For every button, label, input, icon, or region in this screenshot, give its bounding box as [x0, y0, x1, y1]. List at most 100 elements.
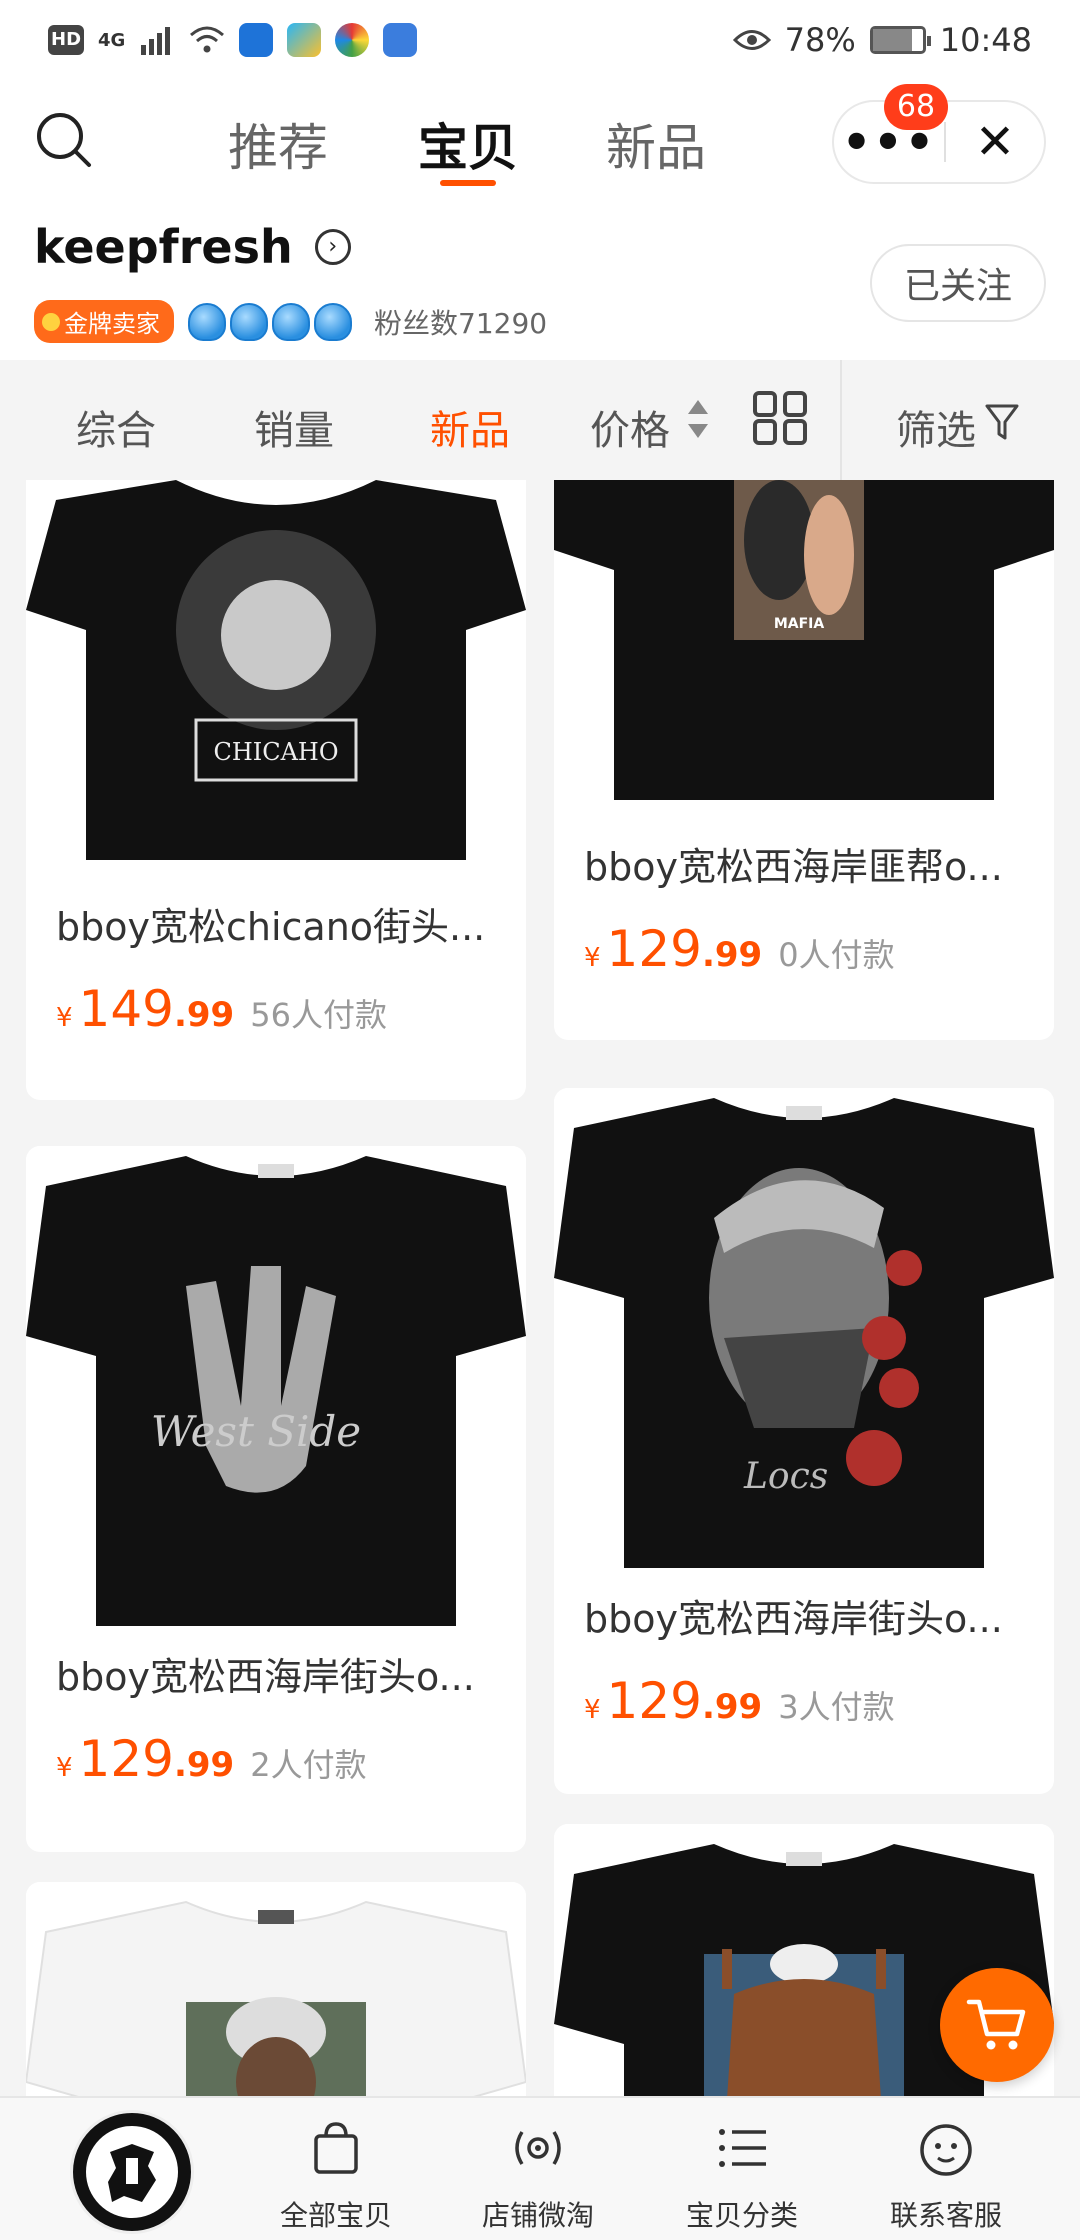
- price-row: ¥ 129 .99 0人付款: [584, 920, 895, 978]
- product-grid: CHICAHO bboy宽松chicano街头... ¥ 149 .99 56人…: [0, 480, 1080, 2096]
- product-image: MAFIA: [554, 480, 1054, 800]
- price-row: ¥ 149 .99 56人付款: [56, 980, 387, 1038]
- product-title: bboy宽松chicano街头...: [56, 905, 486, 949]
- nav-label: 宝贝分类: [685, 2199, 798, 2232]
- cart-button[interactable]: [940, 1968, 1054, 2082]
- active-tab-indicator: [440, 180, 496, 186]
- grid-view-icon[interactable]: [752, 390, 808, 446]
- nav-shop-feed[interactable]: 店铺微淘: [448, 2118, 628, 2234]
- sort-divider: [840, 360, 842, 480]
- clock: 10:48: [939, 21, 1032, 59]
- sort-sales[interactable]: 销量: [254, 398, 334, 456]
- shop-info: keepfresh › 金牌卖家 粉丝数71290 已关注: [0, 200, 1080, 360]
- sort-price[interactable]: 价格: [590, 398, 670, 456]
- chevron-right-circle-icon: ›: [314, 229, 351, 265]
- product-card[interactable]: [26, 1882, 526, 2096]
- tshirt-image: West Side: [26, 1156, 526, 1626]
- price-dec: .99: [173, 1745, 235, 1785]
- tshirt-image: MAFIA: [554, 480, 1054, 800]
- network-type: 4G: [98, 29, 126, 51]
- eye-icon: [732, 30, 771, 50]
- price-dec: .99: [701, 935, 763, 975]
- price-row: ¥ 129 .99 2人付款: [56, 1730, 367, 1788]
- nav-all-items[interactable]: 全部宝贝: [246, 2118, 426, 2234]
- browser-app-icon: [335, 23, 370, 57]
- nav-label: 联系客服: [889, 2199, 1002, 2232]
- tshirt-image: Locs: [554, 1098, 1054, 1568]
- shirt-print-text: CHICAHO: [213, 738, 338, 766]
- bag-icon: [314, 2122, 358, 2174]
- nav-categories[interactable]: 宝贝分类: [652, 2118, 832, 2234]
- currency: ¥: [584, 1695, 601, 1725]
- shirt-print-text: Locs: [743, 1456, 828, 1497]
- battery-icon: [869, 26, 931, 54]
- follow-button[interactable]: 已关注: [870, 244, 1046, 322]
- product-title: bboy宽松西海岸匪帮o...: [584, 845, 1003, 889]
- tab-recommend[interactable]: 推荐: [228, 108, 328, 180]
- crown-icon: [188, 302, 226, 341]
- sort-overall[interactable]: 综合: [76, 398, 156, 456]
- sort-bar: 综合 销量 新品 价格 筛选: [0, 360, 1080, 480]
- shield-app-icon: [239, 23, 274, 57]
- tab-items[interactable]: 宝贝: [418, 108, 518, 180]
- close-button[interactable]: ✕: [946, 114, 1044, 170]
- gold-seller-badge: 金牌卖家: [34, 300, 174, 343]
- tshirt-image: [26, 1900, 526, 2096]
- product-card[interactable]: West Side bboy宽松西海岸街头o... ¥ 129 .99 2人付款: [26, 1146, 526, 1852]
- tab-new[interactable]: 新品: [606, 108, 706, 180]
- top-nav: 推荐 宝贝 新品 ••• ✕ 68: [0, 80, 1080, 200]
- price-int: 129: [78, 1730, 174, 1788]
- taobao-app-icon: [383, 23, 418, 57]
- price-dec: .99: [173, 995, 235, 1035]
- bottom-nav: 全部宝贝 店铺微淘 宝贝分类 联系客服: [0, 2096, 1080, 2240]
- paid-count: 3人付款: [778, 1688, 895, 1726]
- price-int: 149: [78, 980, 174, 1038]
- paid-count: 2人付款: [250, 1746, 367, 1784]
- nav-label: 全部宝贝: [279, 2199, 392, 2232]
- shirt-print-text: MAFIA: [774, 616, 825, 632]
- shop-logo[interactable]: [70, 2110, 194, 2234]
- product-card[interactable]: Locs bboy宽松西海岸街头o... ¥ 129 .99 3人付款: [554, 1088, 1054, 1794]
- nav-customer-service[interactable]: 联系客服: [856, 2118, 1036, 2234]
- cart-icon: [966, 1999, 1026, 2050]
- shirt-print-text: West Side: [151, 1407, 361, 1456]
- status-right: 78% 10:48: [732, 21, 1032, 59]
- shop-meta-row: 金牌卖家 粉丝数71290: [34, 300, 547, 343]
- paid-count: 0人付款: [778, 936, 895, 974]
- nav-label: 店铺微淘: [481, 2199, 594, 2232]
- product-image: Locs: [554, 1088, 1054, 1568]
- shop-name-row[interactable]: keepfresh ›: [34, 220, 351, 274]
- product-title: bboy宽松西海岸街头o...: [56, 1655, 475, 1699]
- product-card[interactable]: CHICAHO bboy宽松chicano街头... ¥ 149 .99 56人…: [26, 480, 526, 1100]
- price-int: 129: [606, 1672, 702, 1730]
- shop-name: keepfresh: [34, 220, 293, 274]
- medal-icon: [42, 312, 60, 331]
- chat-face-icon: [920, 2124, 972, 2176]
- signal-icon: [141, 27, 171, 55]
- message-count-badge: 68: [884, 84, 948, 130]
- price-dec: .99: [701, 1687, 763, 1727]
- product-image: [26, 1882, 526, 2096]
- hd-badge: HD: [48, 25, 85, 55]
- shop-logo-icon: [86, 2126, 178, 2218]
- crown-icon: [230, 302, 268, 341]
- sort-filter[interactable]: 筛选: [896, 398, 976, 456]
- price-int: 129: [606, 920, 702, 978]
- status-bar: HD 4G 78% 10:48: [0, 0, 1080, 80]
- currency: ¥: [584, 943, 601, 973]
- product-title: bboy宽松西海岸街头o...: [584, 1597, 1003, 1641]
- crown-rating: [188, 302, 352, 341]
- filter-icon[interactable]: [984, 402, 1020, 442]
- search-icon[interactable]: [32, 108, 96, 172]
- sort-new[interactable]: 新品: [430, 398, 510, 456]
- paid-count: 56人付款: [250, 996, 387, 1034]
- list-icon: [719, 2129, 766, 2167]
- product-card[interactable]: MAFIA bboy宽松西海岸匪帮o... ¥ 129 .99 0人付款: [554, 480, 1054, 1040]
- close-icon: ✕: [974, 114, 1016, 170]
- currency: ¥: [56, 1003, 73, 1033]
- gold-seller-label: 金牌卖家: [64, 310, 160, 338]
- product-image: CHICAHO: [26, 480, 526, 860]
- battery-percent: 78%: [784, 21, 856, 59]
- crown-icon: [272, 302, 310, 341]
- fans-count: 粉丝数71290: [374, 306, 548, 340]
